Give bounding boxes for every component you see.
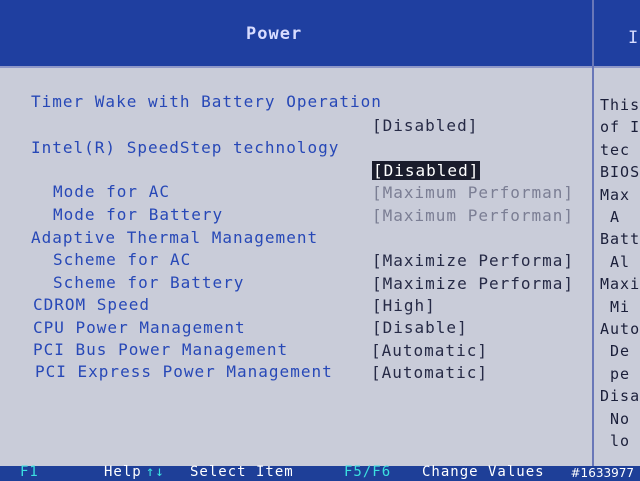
title-divider [0, 66, 640, 68]
setting-scheme-ac-value[interactable]: [Maximize Performa] [372, 251, 574, 270]
setting-cdrom-speed-label[interactable]: CDROM Speed [33, 295, 150, 314]
change-values-hint: Change Values [422, 464, 545, 480]
setting-scheme-ac-label[interactable]: Scheme for AC [53, 250, 191, 269]
setting-timer-wake-label[interactable]: Timer Wake with Battery Operation [31, 92, 382, 111]
title-bar [0, 0, 640, 66]
setting-mode-battery-label[interactable]: Mode for Battery [53, 205, 223, 224]
help-hint: Help [104, 464, 142, 480]
setting-pci-express-power-label[interactable]: PCI Express Power Management [35, 362, 333, 381]
setting-speedstep-label[interactable]: Intel(R) SpeedStep technology [31, 138, 339, 157]
f1-key: F1 [20, 464, 39, 480]
setting-mode-ac-label[interactable]: Mode for AC [53, 182, 170, 201]
setting-pci-bus-power-value[interactable]: [Automatic] [371, 341, 488, 360]
setting-cpu-power-value[interactable]: [Disable] [372, 318, 468, 337]
setting-speedstep-value[interactable]: [Disabled] [372, 161, 481, 180]
tab-power[interactable]: Power [246, 24, 302, 44]
setting-scheme-battery-label[interactable]: Scheme for Battery [53, 273, 244, 292]
setting-adaptive-thermal-label[interactable]: Adaptive Thermal Management [31, 228, 318, 247]
setting-mode-ac-value: [Maximum Performan] [372, 183, 575, 202]
help-panel-divider [592, 0, 594, 468]
setting-cpu-power-label[interactable]: CPU Power Management [33, 318, 246, 337]
status-bar: F1 Help ↑↓ Select Item F5/F6 Change Valu… [0, 464, 640, 481]
select-item-hint: Select Item [190, 464, 294, 480]
setting-mode-battery-value: [Maximum Performan] [372, 206, 575, 225]
watermark: #1633977 [570, 466, 635, 480]
item-help-text: This of I tec BIOS Max A Batt Al Maxi Mi… [600, 96, 640, 451]
setting-scheme-battery-value[interactable]: [Maximize Performa] [372, 274, 574, 293]
setting-cdrom-speed-value[interactable]: [High] [372, 296, 436, 315]
f5-f6-key: F5/F6 [344, 464, 392, 480]
setting-pci-bus-power-label[interactable]: PCI Bus Power Management [33, 340, 288, 359]
setting-pci-express-power-value[interactable]: [Automatic] [371, 363, 488, 382]
item-specific-help-tab: I [628, 28, 640, 48]
up-down-arrows-icon: ↑↓ [146, 464, 165, 480]
setting-timer-wake-value[interactable]: [Disabled] [372, 116, 478, 135]
